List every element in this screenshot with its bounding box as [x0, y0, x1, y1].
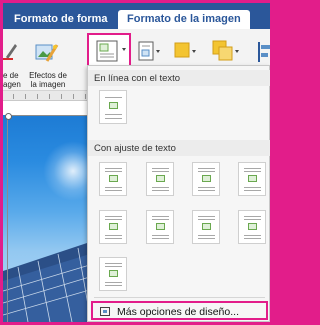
selected-picture[interactable] [3, 101, 93, 322]
section-wrap-header: Con ajuste de texto [88, 140, 270, 156]
wrap-text-button[interactable] [87, 33, 131, 68]
text-line [244, 171, 261, 172]
ruler-tick [25, 94, 26, 99]
menu-separator [94, 297, 265, 298]
text-line [105, 97, 122, 98]
text-line [105, 282, 122, 283]
text-line [152, 190, 169, 191]
text-line [105, 168, 122, 169]
text-line [152, 187, 169, 188]
picture-effects-icon[interactable] [33, 41, 59, 65]
left-label-line2: agen [3, 80, 21, 89]
ruler-tick [85, 94, 86, 99]
text-line [105, 266, 122, 267]
tab-formato-de-la-imagen[interactable]: Formato de la imagen [118, 10, 250, 29]
text-line [105, 263, 122, 264]
text-line [198, 190, 215, 191]
ribbon-left-label: e de agen [3, 71, 21, 89]
text-line [152, 216, 169, 217]
text-line [198, 171, 215, 172]
ribbon-tab-bar: Formato de forma Formato de la imagen [3, 3, 270, 29]
position-icon[interactable] [137, 40, 163, 62]
wrap-option-in-front-of-text[interactable] [146, 210, 174, 244]
ruler-tick [73, 94, 74, 99]
picture-placeholder-icon [109, 270, 118, 277]
text-line [198, 219, 215, 220]
effects-label[interactable]: Efectos de la imagen [29, 71, 67, 89]
wrap-option-left[interactable] [192, 210, 220, 244]
selection-border [5, 113, 93, 322]
text-line [105, 114, 122, 115]
text-line [198, 238, 215, 239]
wrap-text-dropdown: En línea con el texto Con ajuste de text… [87, 65, 270, 322]
ruler-tick [61, 94, 62, 99]
text-line [105, 187, 122, 188]
text-line [244, 216, 261, 217]
text-line [152, 219, 169, 220]
effects-label-line2: la imagen [30, 80, 66, 89]
text-line [198, 216, 215, 217]
ruler-tick [49, 94, 50, 99]
pen-icon[interactable] [3, 41, 19, 61]
picture-placeholder-icon [202, 223, 211, 230]
text-line [244, 168, 261, 169]
wrap-option-tight[interactable] [146, 162, 174, 196]
shape-fill-icon[interactable] [173, 40, 199, 62]
ruler-tick [37, 94, 38, 99]
wrap-option-center[interactable] [99, 257, 127, 291]
wrap-option-behind-text[interactable] [99, 210, 127, 244]
align-icon[interactable] [257, 41, 270, 63]
more-layout-options-label: Más opciones de diseño... [117, 306, 239, 318]
wrap-option-right[interactable] [238, 210, 266, 244]
text-line [105, 238, 122, 239]
tab-formato-de-forma[interactable]: Formato de forma [5, 10, 117, 29]
text-line [105, 285, 122, 286]
text-line [152, 235, 169, 236]
text-line [152, 238, 169, 239]
text-line [244, 187, 261, 188]
picture-placeholder-icon [248, 223, 257, 230]
text-line [105, 190, 122, 191]
resize-handle[interactable] [5, 113, 12, 120]
picture-placeholder-icon [109, 102, 118, 109]
effects-label-line1: Efectos de [29, 71, 67, 80]
picture-placeholder-icon [109, 175, 118, 182]
section-inline-header: En línea con el texto [88, 70, 270, 86]
text-line [244, 219, 261, 220]
wrap-option-top-bottom[interactable] [238, 162, 266, 196]
text-line [152, 168, 169, 169]
picture-placeholder-icon [156, 175, 165, 182]
text-line [244, 190, 261, 191]
picture-placeholder-icon [156, 223, 165, 230]
text-line [105, 171, 122, 172]
text-line [244, 238, 261, 239]
wrap-option-through[interactable] [192, 162, 220, 196]
app-frame: Formato de forma Formato de la imagen e … [3, 3, 270, 322]
more-layout-options-item[interactable]: Más opciones de diseño... [91, 301, 268, 320]
text-line [105, 235, 122, 236]
text-line [152, 171, 169, 172]
left-label-line1: e de [3, 71, 19, 80]
text-line [244, 235, 261, 236]
text-line [105, 118, 122, 119]
picture-placeholder-icon [202, 175, 211, 182]
text-line [105, 219, 122, 220]
picture-placeholder-icon [109, 223, 118, 230]
text-line [198, 235, 215, 236]
text-line [105, 216, 122, 217]
picture-placeholder-icon [248, 175, 257, 182]
ruler-tick [13, 94, 14, 99]
arrange-icon[interactable] [211, 39, 241, 63]
layout-options-icon [100, 307, 110, 316]
wrap-option-square[interactable] [99, 162, 127, 196]
text-line [198, 187, 215, 188]
horizontal-ruler [3, 91, 93, 101]
wrap-option-inline[interactable] [99, 90, 127, 124]
text-line [198, 168, 215, 169]
wrap-text-icon [96, 40, 126, 62]
